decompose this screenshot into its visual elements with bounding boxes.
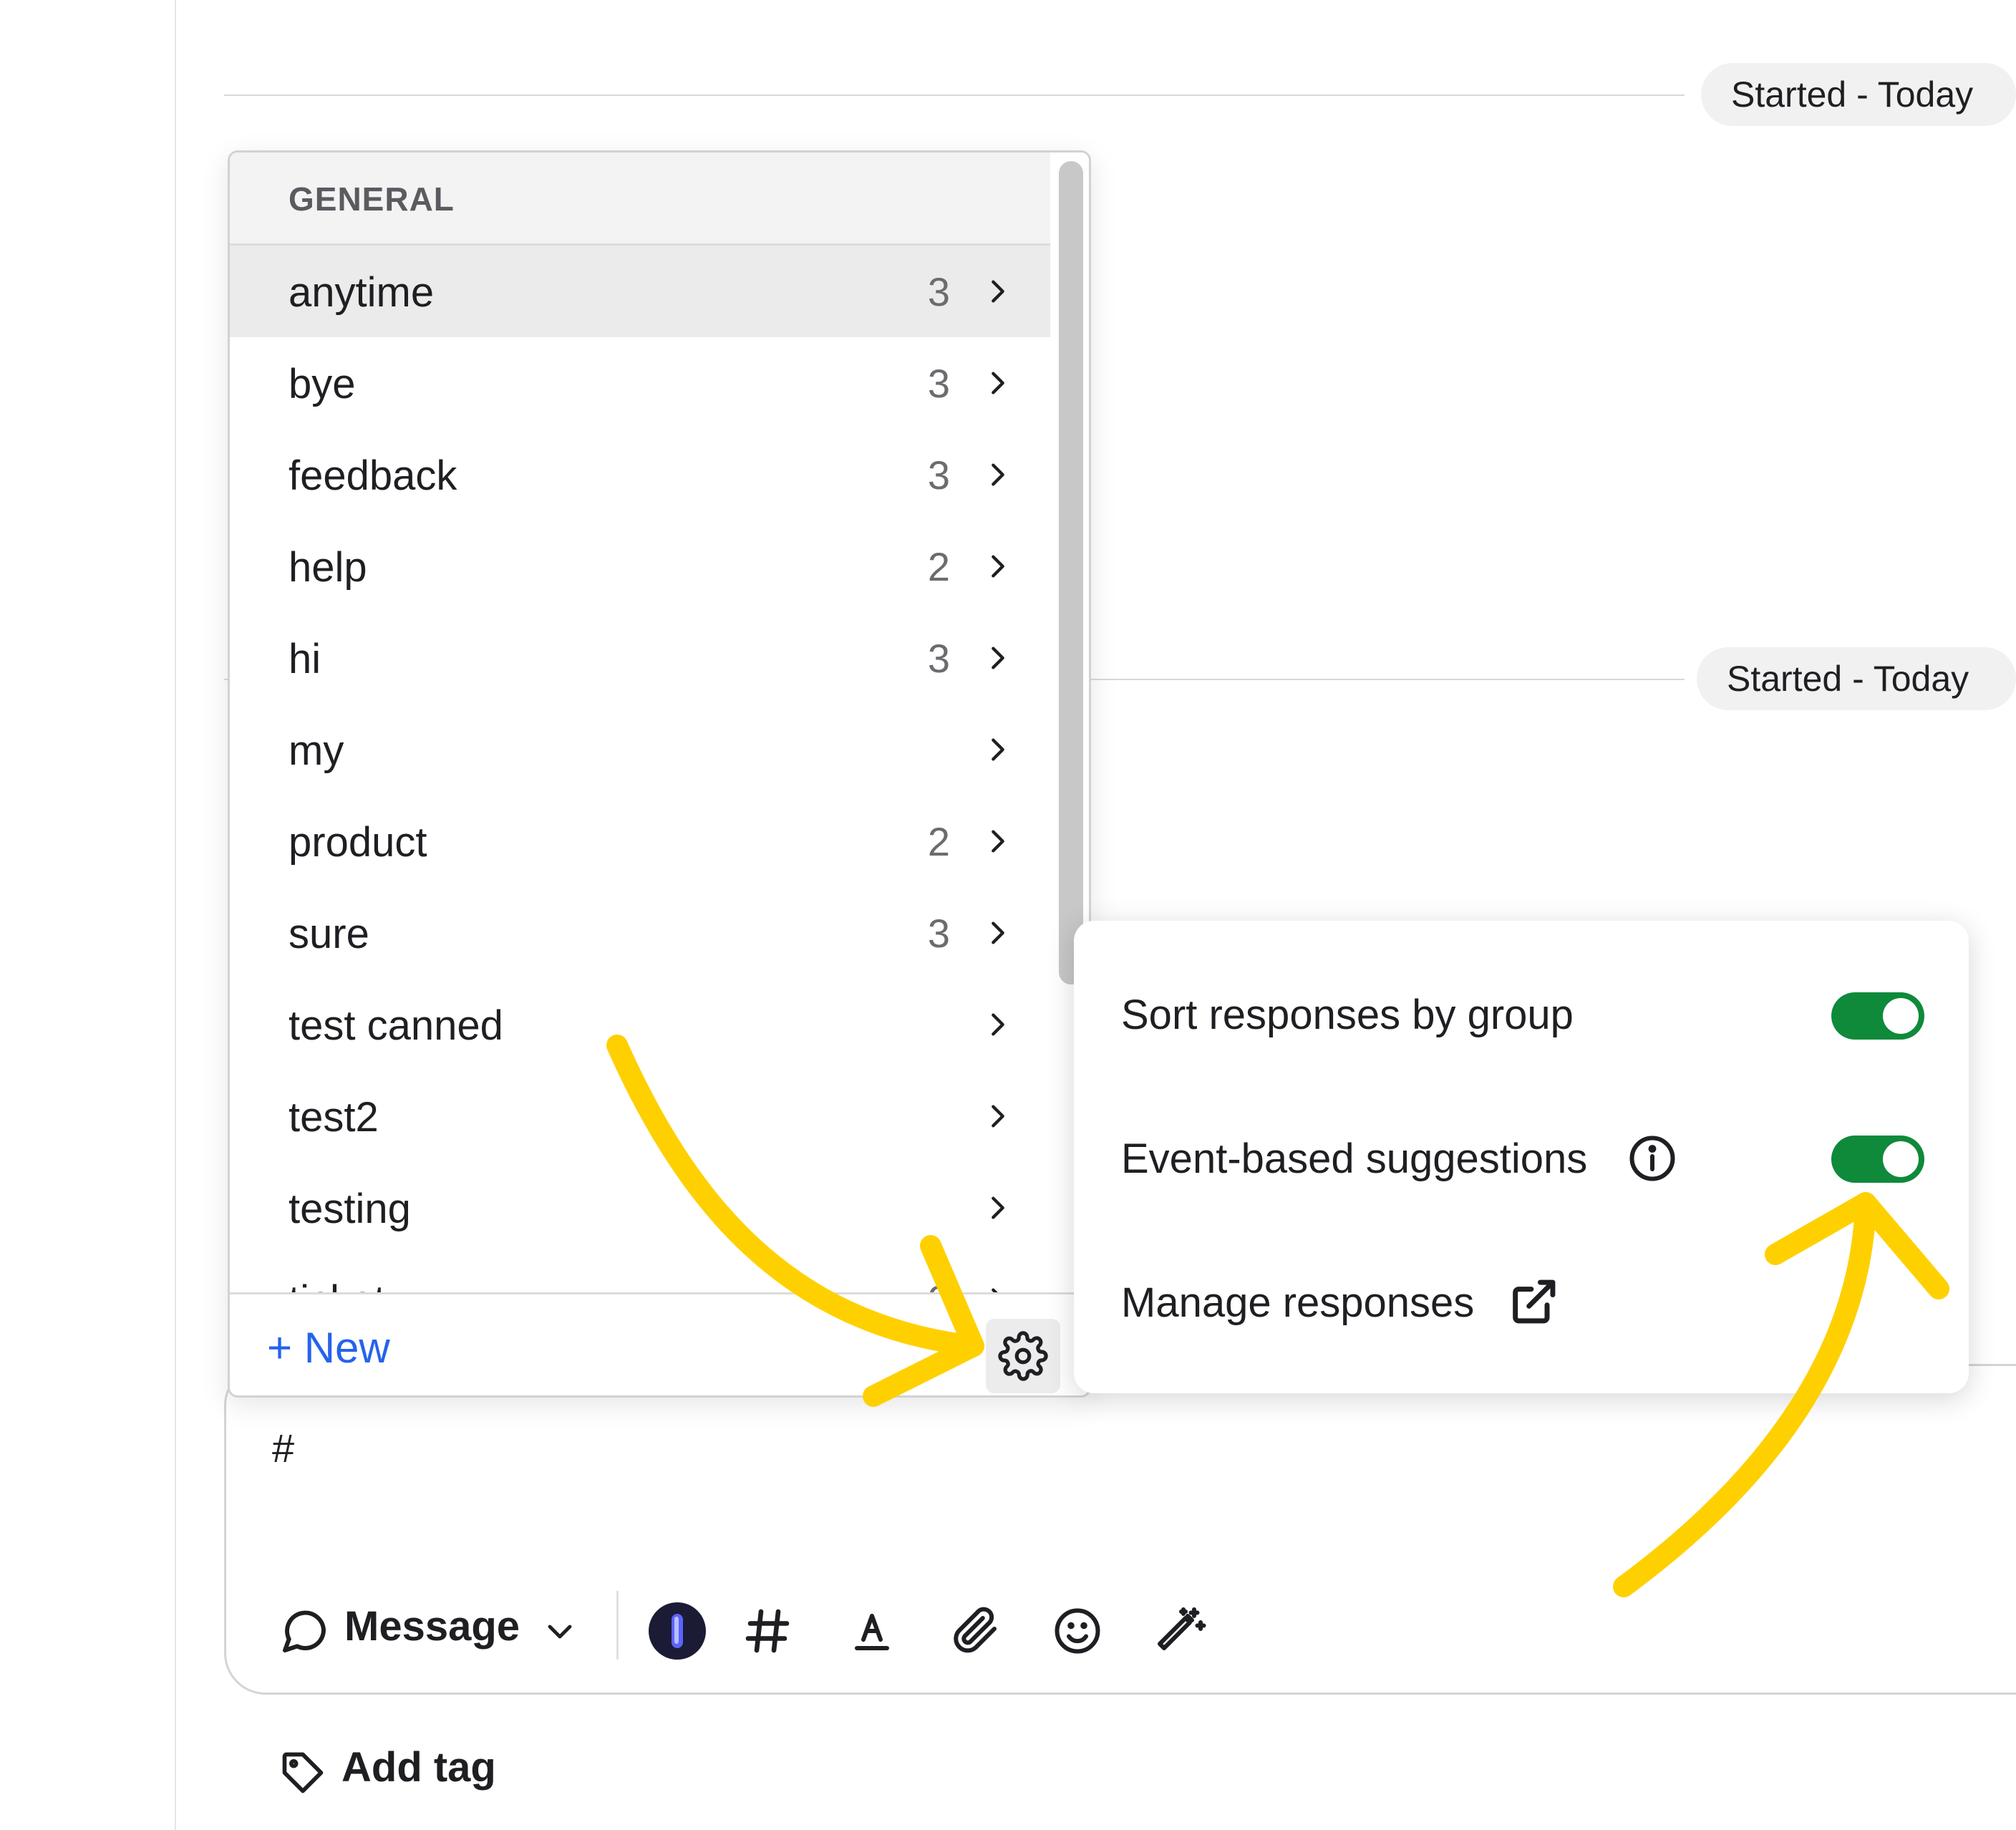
chevron-right-icon — [992, 738, 1004, 761]
chevron-right-icon — [992, 1288, 998, 1292]
dropdown-footer: + New — [230, 1292, 1089, 1395]
left-rail — [0, 0, 176, 1830]
timeline-pill-1: Started - Today — [1701, 63, 2016, 126]
chevron-right-icon — [992, 830, 1004, 853]
chevron-right-icon — [992, 280, 1004, 303]
chevron-right-icon — [992, 921, 1004, 944]
response-row[interactable]: testing — [230, 1162, 1050, 1254]
chevron-right-icon — [992, 463, 1004, 486]
response-row[interactable]: product 2 — [230, 795, 1050, 887]
group-title: GENERAL — [289, 180, 455, 218]
response-row-label: sure — [289, 911, 369, 957]
response-row-count: 2 — [928, 1277, 950, 1292]
response-row-count: 3 — [927, 911, 950, 956]
response-row-label: help — [289, 544, 367, 591]
response-row[interactable]: feedback 3 — [230, 429, 1050, 521]
group-header: GENERAL — [230, 152, 1050, 246]
response-row-label: anytime — [289, 269, 435, 316]
chat-bubble-icon[interactable] — [276, 1602, 333, 1660]
timeline-divider — [224, 95, 1685, 96]
canned-responses-dropdown: GENERAL anytime 3 bye 3 feedback 3 help 2 hi 3 my p… — [228, 150, 1091, 1398]
add-tag-button[interactable]: Add tag — [341, 1743, 496, 1791]
event-suggestions-label: Event-based suggestions — [1121, 1136, 1588, 1182]
response-row-label: bye — [289, 361, 356, 407]
response-row-label: test canned — [289, 1002, 503, 1049]
ai-assistant-icon[interactable] — [647, 1601, 707, 1661]
response-row-count: 3 — [927, 636, 950, 681]
sort-by-group-label: Sort responses by group — [1121, 992, 1574, 1038]
response-row[interactable]: anytime 3 — [230, 246, 1050, 337]
composer-text[interactable]: # — [272, 1425, 294, 1471]
response-row-label: testing — [289, 1186, 411, 1232]
response-row-label: product — [289, 819, 427, 866]
response-row-count: 2 — [927, 819, 950, 864]
chevron-right-icon — [992, 555, 1004, 578]
response-row[interactable]: bye 3 — [230, 337, 1050, 429]
magic-wand-icon[interactable] — [1151, 1601, 1211, 1661]
response-row-count: 3 — [927, 452, 950, 498]
hashtag-icon[interactable] — [737, 1601, 798, 1661]
response-row-label: ticket — [289, 1277, 385, 1292]
toggle-knob — [1883, 998, 1919, 1034]
response-row[interactable]: test2 — [230, 1070, 1050, 1162]
response-row-label: hi — [289, 636, 321, 682]
response-list: anytime 3 bye 3 feedback 3 help 2 hi 3 my product 2 s… — [230, 246, 1050, 1292]
response-row-label: my — [289, 727, 344, 774]
manage-responses-link[interactable]: Manage responses — [1121, 1279, 1474, 1327]
response-row-count: 3 — [927, 361, 950, 406]
response-row-label: test2 — [289, 1094, 379, 1141]
text-format-icon[interactable] — [842, 1601, 902, 1661]
response-row-count: 2 — [927, 544, 950, 589]
gear-icon — [998, 1331, 1048, 1381]
response-row[interactable]: hi 3 — [230, 612, 1050, 704]
paperclip-icon[interactable] — [945, 1601, 1005, 1661]
scrollbar-thumb[interactable] — [1059, 161, 1083, 984]
chevron-right-icon — [992, 1196, 1004, 1219]
toggle-knob — [1883, 1141, 1919, 1177]
response-row[interactable]: my — [230, 704, 1050, 795]
response-row-label: feedback — [289, 452, 457, 499]
chevron-right-icon — [992, 372, 1004, 394]
info-icon[interactable] — [1627, 1133, 1678, 1184]
settings-button[interactable] — [986, 1319, 1060, 1393]
response-row-count: 3 — [927, 269, 950, 314]
response-row[interactable]: sure 3 — [230, 887, 1050, 979]
response-row[interactable]: help 2 — [230, 521, 1050, 612]
new-response-button[interactable]: + New — [267, 1323, 390, 1372]
tag-icon[interactable] — [276, 1746, 330, 1800]
chevron-right-icon — [992, 1105, 1004, 1128]
message-mode-label[interactable]: Message — [344, 1602, 520, 1650]
response-row[interactable]: test canned — [230, 979, 1050, 1070]
chevron-down-icon[interactable] — [538, 1602, 581, 1660]
timeline-pill-2: Started - Today — [1697, 647, 2016, 710]
event-suggestions-toggle[interactable] — [1831, 1136, 1924, 1183]
chevron-right-icon — [992, 1013, 1004, 1036]
toolbar-divider — [616, 1591, 619, 1660]
sort-by-group-toggle[interactable] — [1831, 992, 1924, 1040]
emoji-icon[interactable] — [1047, 1601, 1108, 1661]
response-row[interactable]: ticket 2 — [230, 1254, 1050, 1292]
external-link-icon[interactable] — [1506, 1274, 1561, 1329]
canned-settings-popover: Sort responses by group Event-based sugg… — [1074, 921, 1969, 1393]
chevron-right-icon — [992, 647, 1004, 669]
